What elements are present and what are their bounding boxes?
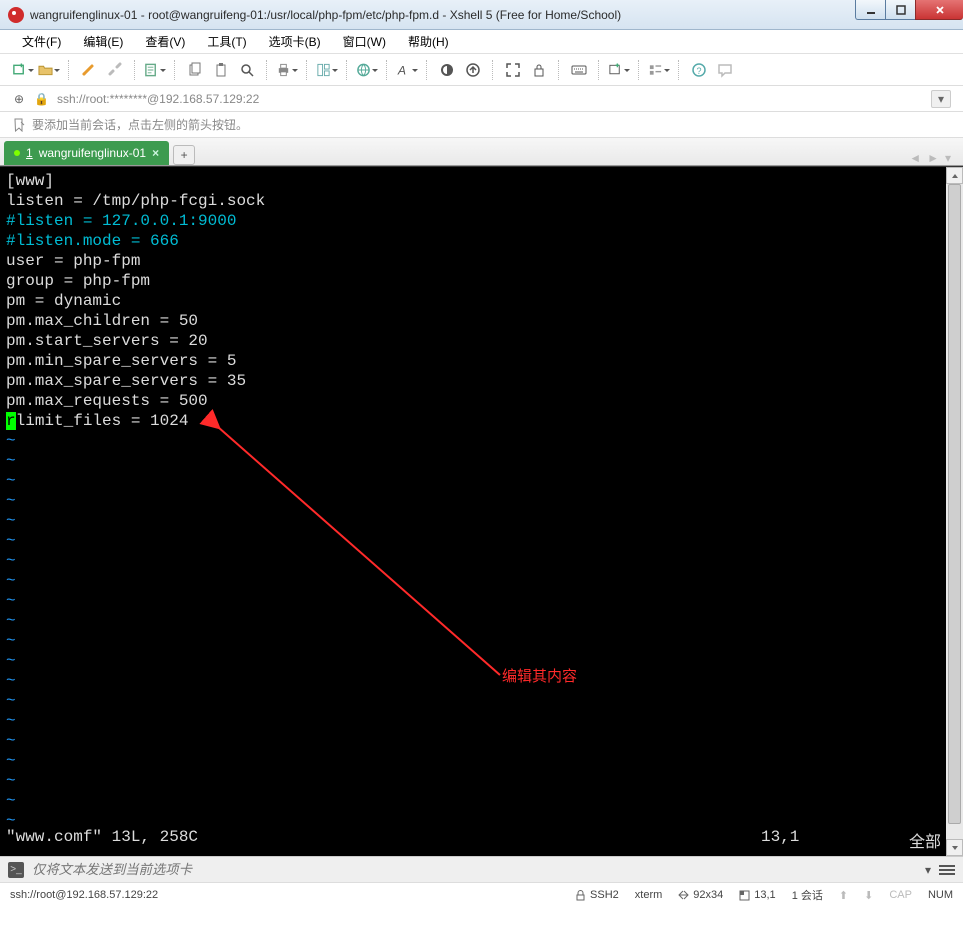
address-bar: ⊕ 🔒 ▾ [0,86,963,112]
add-session-icon[interactable]: ⊕ [12,92,26,106]
status-bar: ssh://root@192.168.57.129:22 SSH2 xterm … [0,882,963,907]
tab-bar: 1 wangruifenglinux-01 × + ◄ ► ▾ [0,138,963,166]
scrollbar-thumb[interactable] [948,184,961,824]
disconnect-button[interactable] [104,59,126,81]
status-numlock: NUM [928,889,953,901]
menu-file[interactable]: 文件(F) [16,31,67,52]
copy-button[interactable] [184,59,206,81]
encoding-button[interactable] [356,59,378,81]
status-size: 92x34 [678,889,723,901]
info-text: 要添加当前会话，点击左侧的箭头按钮。 [32,116,248,133]
compose-bar: >_ ▾ [0,856,963,882]
menu-edit[interactable]: 编辑(E) [77,31,129,52]
scroll-down-button[interactable] [946,839,963,856]
vim-cursor-pos: 13,1 [761,828,881,852]
app-icon [8,7,24,23]
titlebar: wangruifenglinux-01 - root@wangruifeng-0… [0,0,963,30]
menu-tab[interactable]: 选项卡(B) [263,31,327,52]
status-connection: ssh://root@192.168.57.129:22 [10,889,158,901]
bookmark-icon[interactable] [12,118,26,132]
menu-view[interactable]: 查看(V) [139,31,191,52]
feedback-button[interactable] [714,59,736,81]
prompt-icon: >_ [8,862,24,878]
status-capslock: CAP [889,889,912,901]
lock-icon: 🔒 [34,92,49,106]
maximize-button[interactable] [885,0,915,20]
status-protocol: SSH2 [575,889,619,901]
tab-nav: ◄ ► ▾ [909,151,959,165]
scroll-up-button[interactable] [946,167,963,184]
status-down-icon: ⬇ [864,889,873,902]
annotation-label: 编辑其内容 [502,665,577,686]
paste-button[interactable] [210,59,232,81]
help-button[interactable]: ? [688,59,710,81]
terminal[interactable]: [www] listen = /tmp/php-fcgi.sock #liste… [0,167,947,856]
vim-status-line: "www.comf" 13L, 258C 13,1 全部 [6,828,941,852]
svg-text:?: ? [697,66,702,76]
tab-prev-button[interactable]: ◄ [909,151,921,165]
status-term: xterm [635,889,663,901]
print-button[interactable] [276,59,298,81]
menu-help[interactable]: 帮助(H) [402,31,455,52]
menu-window[interactable]: 窗口(W) [337,31,392,52]
window-buttons [855,0,963,20]
compose-menu-button[interactable] [939,865,955,875]
tab-next-button[interactable]: ► [927,151,939,165]
status-sessions: 1 会话 [792,887,823,903]
vim-scroll-pos: 全部 [881,828,941,852]
keyboard-button[interactable] [568,59,590,81]
lock-button[interactable] [528,59,550,81]
view-mode-button[interactable] [648,59,670,81]
vim-file-info: "www.comf" 13L, 258C [6,828,198,852]
xagent-button[interactable] [436,59,458,81]
terminal-area: [www] listen = /tmp/php-fcgi.sock #liste… [0,166,963,856]
session-tab[interactable]: 1 wangruifenglinux-01 × [4,141,169,165]
tab-index: 1 [26,146,33,160]
compose-input[interactable] [32,862,917,877]
compose-target-button[interactable]: ▾ [925,863,931,877]
new-window-button[interactable] [608,59,630,81]
svg-text:A: A [397,63,406,77]
open-button[interactable] [38,59,60,81]
window-title: wangruifenglinux-01 - root@wangruifeng-0… [30,8,855,22]
reconnect-button[interactable] [78,59,100,81]
tab-list-button[interactable]: ▾ [945,151,951,165]
address-input[interactable] [57,92,923,106]
status-up-icon: ⬆ [839,889,848,902]
tab-label: wangruifenglinux-01 [39,146,146,160]
find-button[interactable] [236,59,258,81]
tab-close-icon[interactable]: × [152,146,159,160]
menubar: 文件(F) 编辑(E) 查看(V) 工具(T) 选项卡(B) 窗口(W) 帮助(… [0,30,963,54]
font-button[interactable]: A [396,59,418,81]
toolbar: A ? [0,54,963,86]
new-tab-button[interactable]: + [173,145,195,165]
close-button[interactable] [915,0,963,20]
fullscreen-button[interactable] [502,59,524,81]
go-button[interactable]: ▾ [931,90,951,108]
properties-button[interactable] [144,59,166,81]
minimize-button[interactable] [855,0,885,20]
new-session-button[interactable] [12,59,34,81]
xftp-button[interactable] [462,59,484,81]
connection-status-icon [14,150,20,156]
menu-tools[interactable]: 工具(T) [201,31,252,52]
vertical-scrollbar[interactable] [946,167,963,856]
info-bar: 要添加当前会话，点击左侧的箭头按钮。 [0,112,963,138]
layout-button[interactable] [316,59,338,81]
status-pos: 13,1 [739,889,775,901]
